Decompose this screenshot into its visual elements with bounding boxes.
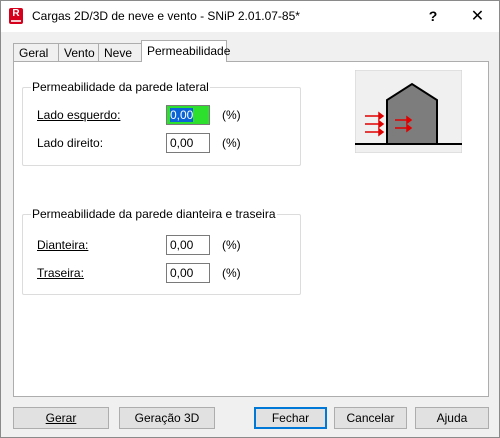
dialog-window: R Cargas 2D/3D de neve e vento - SNiP 2.… bbox=[0, 0, 500, 438]
gerar-button[interactable]: Gerar bbox=[13, 407, 109, 429]
back-permeability-input[interactable]: 0,00 bbox=[166, 263, 210, 283]
left-side-unit: (%) bbox=[222, 108, 241, 122]
window-title: Cargas 2D/3D de neve e vento - SNiP 2.01… bbox=[32, 9, 300, 23]
cancelar-button[interactable]: Cancelar bbox=[334, 407, 407, 429]
fechar-button[interactable]: Fechar bbox=[254, 407, 327, 429]
lateral-wall-group: Permeabilidade da parede lateral Lado es… bbox=[22, 80, 301, 166]
right-side-unit: (%) bbox=[222, 136, 241, 150]
front-unit: (%) bbox=[222, 238, 241, 252]
front-back-wall-group: Permeabilidade da parede dianteira e tra… bbox=[22, 207, 301, 295]
right-side-permeability-input[interactable]: 0,00 bbox=[166, 133, 210, 153]
ajuda-button[interactable]: Ajuda bbox=[415, 407, 489, 429]
tab-geral[interactable]: Geral bbox=[13, 43, 59, 62]
left-side-label: Lado esquerdo: bbox=[37, 108, 121, 122]
tab-neve[interactable]: Neve bbox=[98, 43, 142, 62]
front-back-wall-title: Permeabilidade da parede dianteira e tra… bbox=[31, 207, 277, 221]
lateral-wall-title: Permeabilidade da parede lateral bbox=[31, 80, 210, 94]
close-icon[interactable]: ✕ bbox=[456, 1, 499, 32]
building-wind-permeability-icon bbox=[354, 69, 463, 154]
tab-permeabilidade[interactable]: Permeabilidade bbox=[141, 40, 230, 62]
title-bar[interactable]: R Cargas 2D/3D de neve e vento - SNiP 2.… bbox=[1, 1, 499, 32]
help-icon[interactable]: ? bbox=[413, 1, 453, 32]
front-label: Dianteira: bbox=[37, 238, 89, 252]
back-label: Traseira: bbox=[37, 266, 84, 280]
right-side-label: Lado direito: bbox=[37, 136, 104, 150]
left-side-permeability-input[interactable]: 0,00 bbox=[166, 105, 210, 125]
back-unit: (%) bbox=[222, 266, 241, 280]
robot-app-icon: R bbox=[9, 8, 23, 24]
geracao-3d-button[interactable]: Geração 3D bbox=[119, 407, 215, 429]
tab-panel-permeabilidade: Permeabilidade da parede lateral Lado es… bbox=[13, 61, 489, 397]
front-permeability-input[interactable]: 0,00 bbox=[166, 235, 210, 255]
tab-vento[interactable]: Vento bbox=[58, 43, 99, 62]
